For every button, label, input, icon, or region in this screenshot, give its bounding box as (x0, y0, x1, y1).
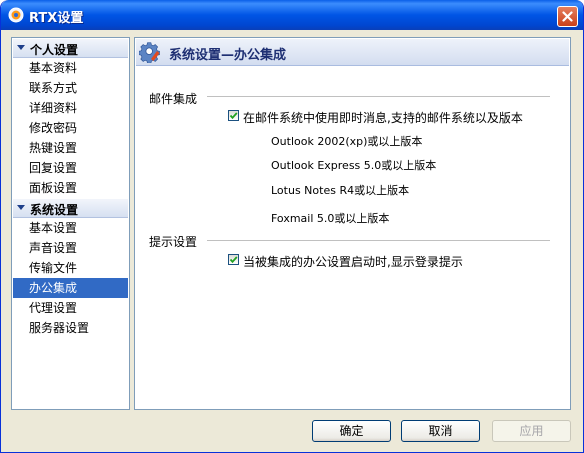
sidebar-item-reply[interactable]: 回复设置 (13, 158, 128, 178)
cancel-button[interactable]: 取消 (401, 420, 480, 442)
title-bar[interactable]: RTX设置 (1, 0, 583, 30)
checkmark-icon (229, 256, 238, 264)
sidebar-item-panel[interactable]: 面板设置 (13, 178, 128, 198)
login-prompt-checkbox[interactable] (228, 254, 239, 265)
mail-section-title: 邮件集成 (149, 92, 198, 106)
sidebar-item-change-password[interactable]: 修改密码 (13, 118, 128, 138)
sidebar-item-contact[interactable]: 联系方式 (13, 78, 128, 98)
mail-section-divider (207, 96, 550, 97)
mail-version-item: Outlook Express 5.0或以上版本 (271, 159, 437, 172)
sidebar-item-file-transfer[interactable]: 传输文件 (13, 258, 128, 278)
group-label-personal: 个人设置 (30, 43, 79, 57)
mail-version-item: Lotus Notes R4或以上版本 (271, 184, 410, 197)
settings-gear-icon (139, 42, 160, 63)
sidebar-item-details[interactable]: 详细资料 (13, 98, 128, 118)
mail-version-item: Foxmail 5.0或以上版本 (271, 212, 390, 225)
checkmark-icon (229, 112, 238, 120)
window-title: RTX设置 (29, 11, 84, 26)
collapse-arrow-icon (17, 45, 25, 50)
group-label-system: 系统设置 (30, 203, 79, 217)
prompt-section-title: 提示设置 (149, 235, 198, 249)
login-prompt-label[interactable]: 当被集成的办公设置启动时,显示登录提示 (243, 253, 463, 270)
page-header: 系统设置—办公集成 (136, 39, 569, 66)
close-button[interactable] (557, 6, 578, 27)
mail-integration-label[interactable]: 在邮件系统中使用即时消息,支持的邮件系统以及版本 (243, 109, 523, 126)
mail-integration-checkbox[interactable] (228, 110, 239, 121)
mail-version-item: Outlook 2002(xp)或以上版本 (271, 135, 423, 148)
page-title: 系统设置—办公集成 (169, 48, 287, 63)
sidebar-item-basic-info[interactable]: 基本资料 (13, 58, 128, 78)
rtx-app-icon (8, 7, 24, 23)
sidebar-item-proxy[interactable]: 代理设置 (13, 298, 128, 318)
ok-button[interactable]: 确定 (312, 420, 391, 442)
close-icon (562, 11, 573, 22)
settings-window: RTX设置 个人设置 基本资料 联系方式 详细资料 修改密码 热键设置 回复设置… (0, 0, 584, 453)
settings-content-panel: 系统设置—办公集成 邮件集成 在邮件系统中使用即时消息,支持的邮件系统以及版本 … (134, 37, 571, 410)
collapse-arrow-icon (17, 205, 25, 210)
apply-button[interactable]: 应用 (492, 420, 571, 442)
group-header-system[interactable]: 系统设置 (13, 199, 128, 218)
sidebar-item-sound[interactable]: 声音设置 (13, 238, 128, 258)
settings-nav-panel: 个人设置 基本资料 联系方式 详细资料 修改密码 热键设置 回复设置 面板设置 … (11, 37, 130, 410)
sidebar-item-office-integration[interactable]: 办公集成 (13, 278, 128, 298)
sidebar-item-server[interactable]: 服务器设置 (13, 318, 128, 338)
prompt-section-divider (207, 240, 550, 241)
group-header-personal[interactable]: 个人设置 (13, 39, 128, 58)
sidebar-item-hotkeys[interactable]: 热键设置 (13, 138, 128, 158)
sidebar-item-basic-settings[interactable]: 基本设置 (13, 218, 128, 238)
